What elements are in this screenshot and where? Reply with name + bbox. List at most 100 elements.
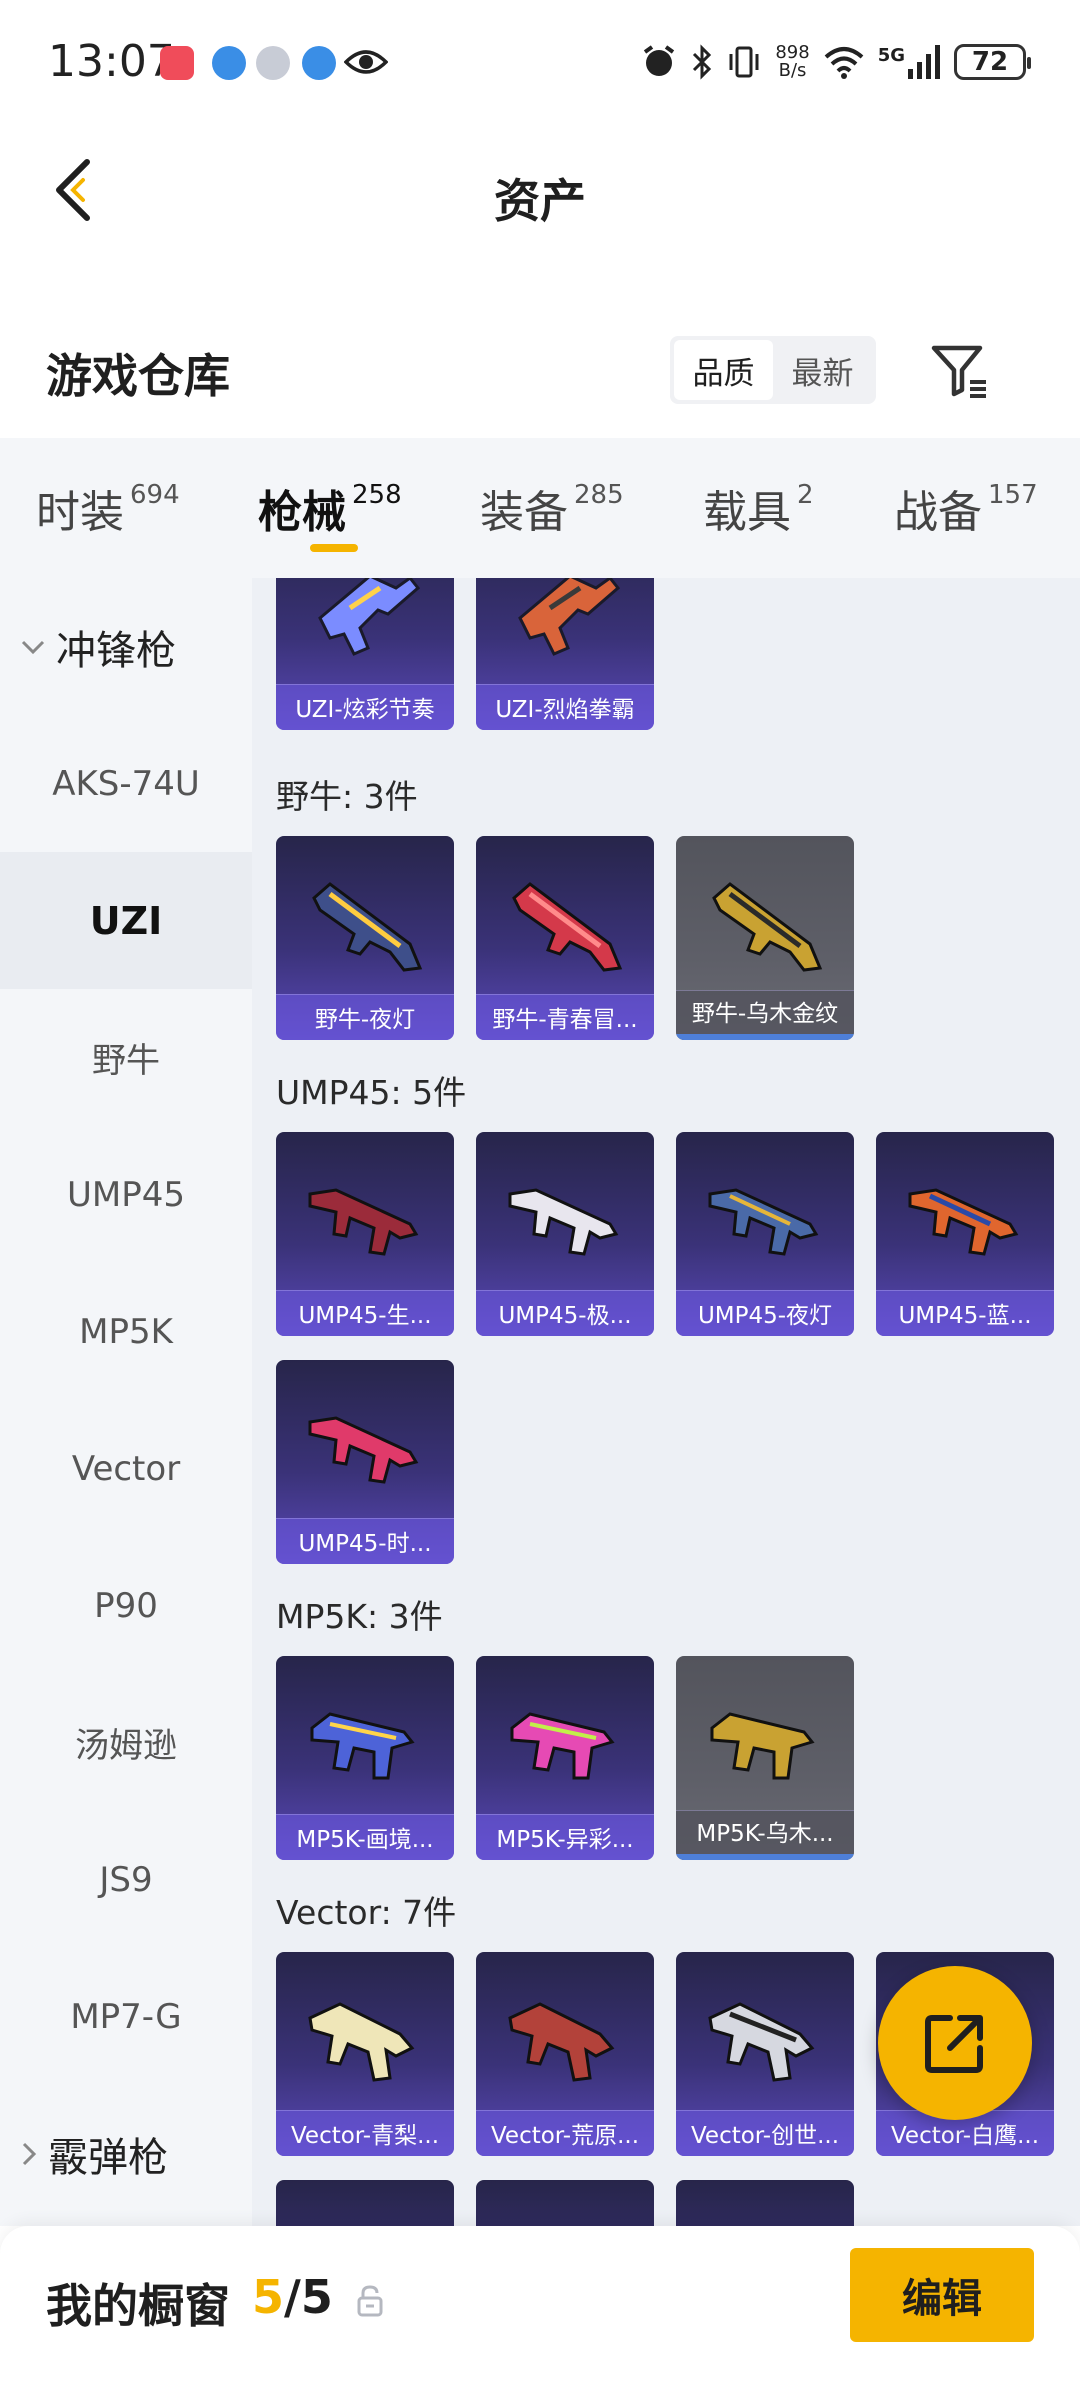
smg-image (308, 1416, 419, 1484)
sidebar-item-mp5k[interactable]: MP5K (0, 1263, 252, 1400)
tab-fashion[interactable]: 时装 694 (36, 476, 180, 540)
skin-card[interactable]: UMP45-时... (276, 1360, 454, 1564)
skin-card[interactable] (276, 2180, 454, 2226)
assets-page: 13:07 898 B/s 5G 72 资产 游戏仓库 品质 最新 时装 694… (0, 0, 1080, 2382)
showcase-count: 5/5 (252, 2270, 333, 2324)
chevron-right-icon (20, 2141, 38, 2167)
skin-card[interactable]: 野牛-乌木金纹 (676, 836, 854, 1040)
notification-browser-icon (212, 46, 246, 80)
tab-label: 战备 (894, 487, 982, 538)
skin-name: UZI-炫彩节奏 (295, 697, 435, 723)
filter-button[interactable] (928, 338, 992, 402)
skin-caption: UMP45-生... (276, 1290, 454, 1336)
skin-card[interactable]: UZI-烈焰拳霸 (476, 578, 654, 730)
smg-image (308, 2002, 415, 2082)
share-external-icon (925, 2015, 983, 2073)
skin-card[interactable]: MP5K-异彩... (476, 1656, 654, 1860)
rifle-image (512, 882, 623, 972)
skin-caption: UMP45-极... (476, 1290, 654, 1336)
net-speed-unit: B/s (778, 60, 807, 81)
smg-image (708, 1188, 819, 1256)
skin-card[interactable]: 野牛-青春冒... (476, 836, 654, 1040)
sidebar-item-mp7g[interactable]: MP7-G (0, 1948, 252, 2085)
tab-label: 装备 (480, 487, 568, 538)
skin-card[interactable]: UMP45-夜灯 (676, 1132, 854, 1336)
sidebar-item-vector[interactable]: Vector (0, 1400, 252, 1537)
smg-image (708, 2002, 815, 2082)
smg-image (908, 1188, 1019, 1256)
smg-image (318, 578, 421, 656)
skin-caption: Vector-创世... (676, 2110, 854, 2156)
tab-count: 258 (352, 480, 402, 510)
alarm-icon (644, 45, 675, 76)
skin-caption: 野牛-夜灯 (276, 994, 454, 1040)
skin-card[interactable]: MP5K-画境... (276, 1656, 454, 1860)
skin-card[interactable]: Vector-青梨... (276, 1952, 454, 2156)
tab-supplies[interactable]: 战备 157 (894, 476, 1038, 540)
skin-card[interactable]: Vector-荒原... (476, 1952, 654, 2156)
sidebar-item-aks74u[interactable]: AKS-74U (0, 715, 252, 852)
sidebar-group-label: 冲锋枪 (56, 627, 176, 674)
sidebar-group-smg[interactable]: 冲锋枪 (0, 578, 252, 715)
showcase-total: 5 (300, 2270, 333, 2324)
sidebar-group-label: 霰弹枪 (48, 2134, 168, 2181)
skin-card[interactable]: UMP45-生... (276, 1132, 454, 1336)
skin-card[interactable]: Vector-创世... (676, 1952, 854, 2156)
skin-card[interactable]: MP5K-乌木... (676, 1656, 854, 1860)
skin-card[interactable] (676, 2180, 854, 2226)
smg-image (710, 1712, 815, 1780)
skin-card[interactable]: UMP45-极... (476, 1132, 654, 1336)
smg-image (310, 1712, 415, 1780)
sort-newest-option[interactable]: 最新 (773, 340, 872, 400)
wifi-icon (824, 47, 864, 79)
tab-label: 时装 (36, 487, 124, 538)
sidebar-item-p90[interactable]: P90 (0, 1537, 252, 1674)
bluetooth-icon (693, 44, 712, 80)
skin-caption: MP5K-画境... (276, 1814, 454, 1860)
tab-count: 694 (130, 480, 180, 510)
share-button[interactable] (878, 1966, 1032, 2120)
net-speed: 898 B/s (775, 44, 809, 80)
group-header-vector: Vector: 7件 (276, 1893, 457, 1932)
network-type: 5G (877, 45, 905, 66)
skin-name: MP5K-乌木... (696, 1821, 834, 1847)
sidebar-group-shotgun[interactable]: 霰弹枪 (0, 2085, 252, 2222)
skin-card[interactable] (476, 2180, 654, 2226)
notification-browser2-icon (302, 46, 336, 80)
signal-icon (908, 45, 940, 79)
skin-name: MP5K-异彩... (496, 1827, 634, 1853)
skin-caption: UMP45-蓝... (876, 1290, 1054, 1336)
sidebar-item-thompson[interactable]: 汤姆逊 (0, 1674, 252, 1811)
skin-caption: MP5K-异彩... (476, 1814, 654, 1860)
skin-caption: Vector-荒原... (476, 2110, 654, 2156)
showcase-used: 5 (252, 2270, 285, 2324)
skin-name: UMP45-夜灯 (697, 1303, 833, 1329)
sidebar-item-js9[interactable]: JS9 (0, 1811, 252, 1948)
skin-caption: UZI-炫彩节奏 (276, 684, 454, 730)
smg-image (508, 1188, 619, 1256)
smg-image (308, 1188, 419, 1256)
status-bar: 13:07 898 B/s 5G 72 (0, 0, 1080, 125)
status-indicators: 898 B/s 5G 72 (641, 38, 1031, 86)
sidebar-item-uzi[interactable]: UZI (0, 852, 252, 989)
category-tabs: 时装 694 枪械 258 装备 285 载具 2 战备 157 (0, 438, 1080, 578)
filter-icon (931, 345, 986, 398)
showcase-bar: 我的橱窗 5/5 编辑 (0, 2226, 1080, 2382)
tab-firearms[interactable]: 枪械 258 (258, 476, 402, 540)
tab-vehicles[interactable]: 载具 2 (703, 476, 814, 540)
tab-count: 2 (797, 480, 814, 510)
sort-quality-option[interactable]: 品质 (674, 340, 773, 400)
showcase-label: 我的橱窗 (46, 2279, 230, 2333)
sidebar-item-ump45[interactable]: UMP45 (0, 1126, 252, 1263)
skin-card[interactable]: 野牛-夜灯 (276, 836, 454, 1040)
skin-name: UZI-烈焰拳霸 (495, 697, 635, 723)
skin-caption: MP5K-乌木... (676, 1810, 854, 1860)
skin-card[interactable]: UZI-炫彩节奏 (276, 578, 454, 730)
sidebar-item-bizon[interactable]: 野牛 (0, 989, 252, 1126)
skin-name: UMP45-蓝... (898, 1303, 1032, 1329)
weapon-type-sidebar: 冲锋枪 AKS-74U UZI 野牛 UMP45 MP5K Vector P90… (0, 578, 252, 2226)
skin-card[interactable]: UMP45-蓝... (876, 1132, 1054, 1336)
tab-equipment[interactable]: 装备 285 (480, 476, 624, 540)
edit-showcase-button[interactable]: 编辑 (850, 2248, 1034, 2342)
skin-name: 野牛-夜灯 (314, 1007, 416, 1033)
